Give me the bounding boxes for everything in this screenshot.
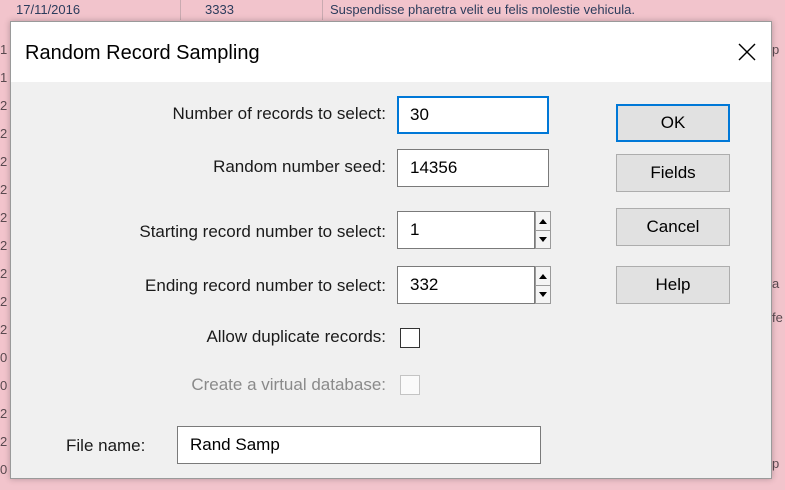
bg-left-digit: 2: [0, 406, 8, 421]
virtual-database-label: Create a virtual database:: [191, 375, 386, 394]
bg-left-digit: 2: [0, 210, 8, 225]
dialog-body: Number of records to select: Random numb…: [11, 82, 771, 478]
bg-left-digit: 2: [0, 182, 8, 197]
bg-left-digit: 2: [0, 126, 8, 141]
spin-up-button[interactable]: [536, 267, 550, 286]
close-icon: [738, 43, 756, 61]
seed-input[interactable]: [397, 149, 549, 187]
dialog-title: Random Record Sampling: [25, 42, 260, 64]
bg-left-digit: 1: [0, 70, 8, 85]
ok-button[interactable]: OK: [616, 104, 730, 142]
bg-right-fragment: p: [772, 42, 780, 57]
bg-left-digit: 1: [0, 42, 8, 57]
spin-down-button[interactable]: [536, 285, 550, 303]
num-records-label: Number of records to select:: [172, 104, 386, 123]
cancel-button[interactable]: Cancel: [616, 208, 730, 246]
background-right-column: p a fe p: [771, 20, 785, 480]
bg-left-digit: 2: [0, 434, 8, 449]
bg-left-digit: 2: [0, 266, 8, 281]
bg-divider: [180, 0, 181, 20]
triangle-up-icon: [539, 218, 547, 224]
bg-right-fragment: p: [772, 456, 780, 471]
allow-duplicate-label: Allow duplicate records:: [206, 327, 386, 346]
background-top-row: 17/11/2016 3333 Suspendisse pharetra vel…: [0, 0, 785, 20]
spin-down-button[interactable]: [536, 230, 550, 248]
triangle-down-icon: [539, 291, 547, 297]
help-button[interactable]: Help: [616, 266, 730, 304]
end-record-label: Ending record number to select:: [145, 276, 386, 295]
bg-date-cell: 17/11/2016: [16, 2, 81, 17]
bg-left-digit: 2: [0, 238, 8, 253]
end-record-spinner[interactable]: [535, 266, 551, 304]
close-button[interactable]: [723, 32, 771, 72]
virtual-database-checkbox: [400, 375, 420, 395]
bg-right-fragment: a: [772, 276, 780, 291]
bg-left-digit: 0: [0, 378, 8, 393]
allow-duplicate-checkbox[interactable]: [400, 328, 420, 348]
bg-number-cell: 3333: [205, 2, 234, 17]
triangle-up-icon: [539, 273, 547, 279]
end-record-input[interactable]: [397, 266, 535, 304]
spin-up-button[interactable]: [536, 212, 550, 231]
bg-left-digit: 2: [0, 98, 8, 113]
bg-left-digit: 0: [0, 462, 8, 477]
background-left-column: 1 1 2 2 2 2 2 2 2 2 2 0 0 2 2 0: [0, 20, 10, 480]
bg-divider: [322, 0, 323, 20]
file-name-label: File name:: [66, 436, 146, 455]
bg-text-cell: Suspendisse pharetra velit eu felis mole…: [330, 2, 635, 17]
num-records-input[interactable]: [397, 96, 549, 134]
bg-right-fragment: fe: [772, 310, 783, 325]
seed-label: Random number seed:: [213, 157, 386, 176]
start-record-input[interactable]: [397, 211, 535, 249]
background-bottom-row: [0, 478, 785, 490]
start-record-spinner[interactable]: [535, 211, 551, 249]
bg-left-digit: 2: [0, 154, 8, 169]
bg-left-digit: 0: [0, 350, 8, 365]
fields-button[interactable]: Fields: [616, 154, 730, 192]
bg-left-digit: 2: [0, 322, 8, 337]
random-record-sampling-dialog: Random Record Sampling Number of records…: [10, 21, 772, 479]
dialog-titlebar: Random Record Sampling: [11, 22, 771, 86]
start-record-label: Starting record number to select:: [139, 222, 386, 241]
triangle-down-icon: [539, 236, 547, 242]
file-name-input[interactable]: [177, 426, 541, 464]
bg-left-digit: 2: [0, 294, 8, 309]
